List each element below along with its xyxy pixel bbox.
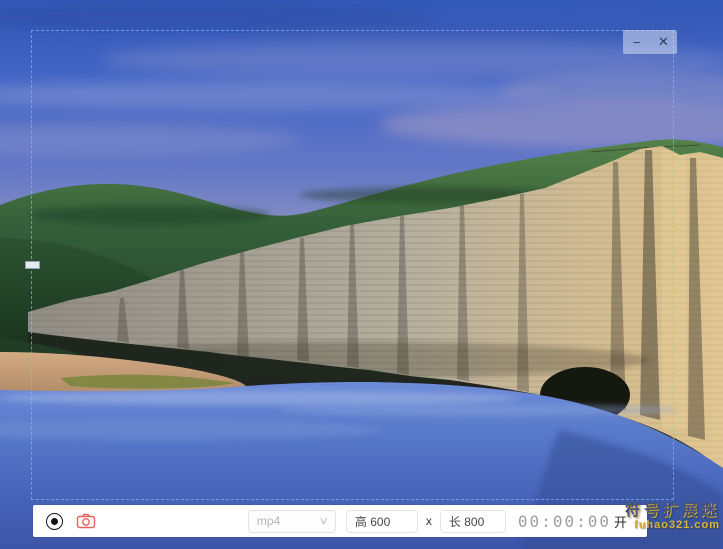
close-button[interactable]: ✕ xyxy=(650,30,677,54)
record-button[interactable] xyxy=(46,513,63,530)
toolbar-settings-group: mp4 ∨ x 00:00:00 开 xyxy=(248,510,627,533)
dimension-separator: x xyxy=(426,514,432,528)
width-input[interactable] xyxy=(440,510,506,533)
record-icon xyxy=(51,518,58,525)
start-label[interactable]: 开 xyxy=(614,512,627,531)
height-input[interactable] xyxy=(346,510,418,533)
camera-icon xyxy=(76,513,96,529)
chevron-down-icon: ∨ xyxy=(318,516,328,527)
window-controls: − ✕ xyxy=(623,30,677,54)
format-select[interactable]: mp4 ∨ xyxy=(248,510,336,533)
screen-recorder-app: − ✕ mp4 ∨ x 00:00:00 开 xyxy=(0,0,723,549)
minimize-button[interactable]: − xyxy=(623,30,650,54)
recorder-toolbar: mp4 ∨ x 00:00:00 开 xyxy=(33,505,647,537)
selection-resize-handle-left[interactable] xyxy=(25,261,40,269)
capture-selection-region[interactable] xyxy=(31,30,674,500)
close-icon: ✕ xyxy=(658,34,669,50)
minimize-icon: − xyxy=(633,35,641,50)
format-select-value: mp4 xyxy=(257,514,280,528)
screenshot-button[interactable] xyxy=(76,513,96,529)
recording-timer: 00:00:00 xyxy=(518,512,611,531)
